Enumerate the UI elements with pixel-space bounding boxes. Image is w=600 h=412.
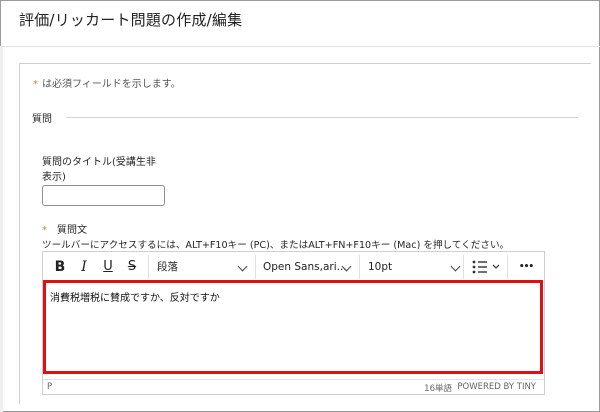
section-legend: 質問 [32,114,52,125]
title-divider [0,46,600,47]
strikethrough-button[interactable]: S [121,257,143,277]
element-path[interactable]: P [47,382,52,392]
bullet-list-icon [472,260,500,274]
editor-content-text: 消費税増税に賛成ですか、反対ですか [50,293,220,304]
editor-content[interactable]: 消費税増税に賛成ですか、反対ですか [43,280,543,374]
editor-statusbar: P 16単語 POWERED BY TINY [43,379,544,395]
required-star: * [42,225,47,236]
page-title: 評価/リッカート問題の作成/編集 [19,11,243,29]
chevron-down-icon [450,261,461,272]
bold-button[interactable]: B [49,257,71,277]
toolbar-separator [463,255,464,279]
underline-button[interactable]: U [97,257,119,277]
question-body-label: * 質問文 [42,221,87,236]
bullet-list-button[interactable] [469,257,505,277]
scroll-track [0,47,3,412]
chevron-down-icon [237,261,248,272]
question-title-label: 質問のタイトル(受講生非表示) [42,157,156,183]
more-button[interactable]: ••• [513,257,539,277]
block-format-value: 段落 [157,261,178,273]
question-title-input[interactable] [42,185,165,206]
toolbar-hint: ツールバーにアクセスするには、ALT+F10キー (PC)、またはALT+FN+… [42,240,510,251]
toolbar-separator [507,255,508,279]
powered-by-tiny[interactable]: POWERED BY TINY [457,382,536,392]
italic-button[interactable]: I [73,257,95,277]
required-note-text: は必須フィールドを示します。 [42,79,181,90]
font-size-select[interactable]: 10pt [368,257,461,277]
question-body-label-text: 質問文 [57,225,87,236]
required-note: * は必須フィールドを示します。 [33,75,181,90]
toolbar-separator [359,255,360,279]
section-divider [66,117,578,118]
font-family-value: Open Sans,ari... [263,261,347,273]
editor-toolbar: B I U S 段落 Open Sans,ari... 10pt ••• [43,252,544,283]
toolbar-separator [255,255,256,279]
toolbar-separator [148,255,149,279]
rich-text-editor: B I U S 段落 Open Sans,ari... 10pt ••• 消費税… [42,251,545,395]
font-size-value: 10pt [368,261,393,273]
required-star: * [33,79,38,90]
block-format-select[interactable]: 段落 [157,257,253,277]
font-family-select[interactable]: Open Sans,ari... [263,257,355,277]
word-count: 16単語 [424,384,452,394]
